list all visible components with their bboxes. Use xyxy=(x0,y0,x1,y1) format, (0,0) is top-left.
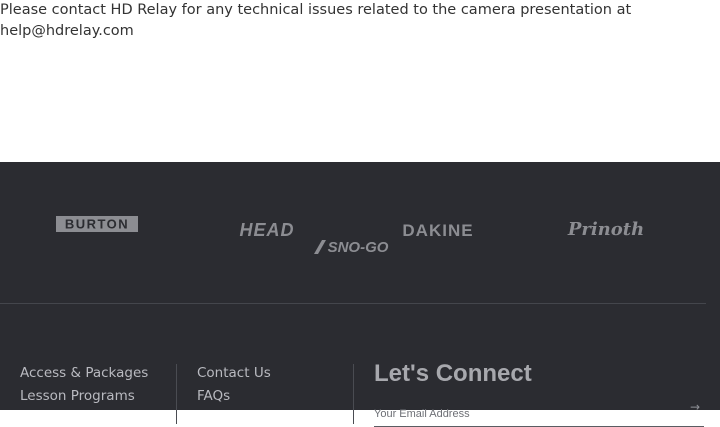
head-logo-text: HEAD xyxy=(239,220,294,240)
footer-link-access-packages[interactable]: Access & Packages xyxy=(20,362,148,385)
dakine-logo[interactable]: DAKINE xyxy=(390,220,488,240)
newsletter-email-input[interactable] xyxy=(374,402,704,427)
prinoth-logo-text: Prinoth xyxy=(567,219,644,240)
footer-link-contact-us[interactable]: Contact Us xyxy=(197,362,271,385)
footer-links-primary: Access & Packages Lesson Programs xyxy=(20,362,148,408)
footer-links-secondary: Contact Us FAQs xyxy=(197,362,271,408)
notice-text: Please contact HD Relay for any technica… xyxy=(0,2,632,18)
burton-logo-text: BURTON xyxy=(65,217,129,232)
footer-link-faqs[interactable]: FAQs xyxy=(197,385,271,408)
connect-heading: Let's Connect xyxy=(374,360,532,387)
camera-support-notice: Please contact HD Relay for any technica… xyxy=(0,0,640,42)
prinoth-logo[interactable]: Prinoth xyxy=(556,218,658,240)
burton-logo[interactable]: BURTON xyxy=(56,216,138,232)
arrow-right-icon[interactable]: → xyxy=(690,400,700,414)
dakine-logo-text: DAKINE xyxy=(402,221,473,240)
snogo-logo[interactable]: SNO-GO xyxy=(312,236,396,256)
footer-divider xyxy=(0,303,706,304)
support-email-link[interactable]: help@hdrelay.com xyxy=(0,23,134,39)
site-footer: BURTON HEAD SNO-GO DAKINE Prinoth Access… xyxy=(0,162,720,427)
footer-link-lesson-programs[interactable]: Lesson Programs xyxy=(20,385,148,408)
head-logo[interactable]: HEAD xyxy=(220,220,316,240)
snogo-logo-text: SNO-GO xyxy=(328,239,389,256)
column-divider xyxy=(353,364,354,424)
column-divider xyxy=(176,364,177,424)
